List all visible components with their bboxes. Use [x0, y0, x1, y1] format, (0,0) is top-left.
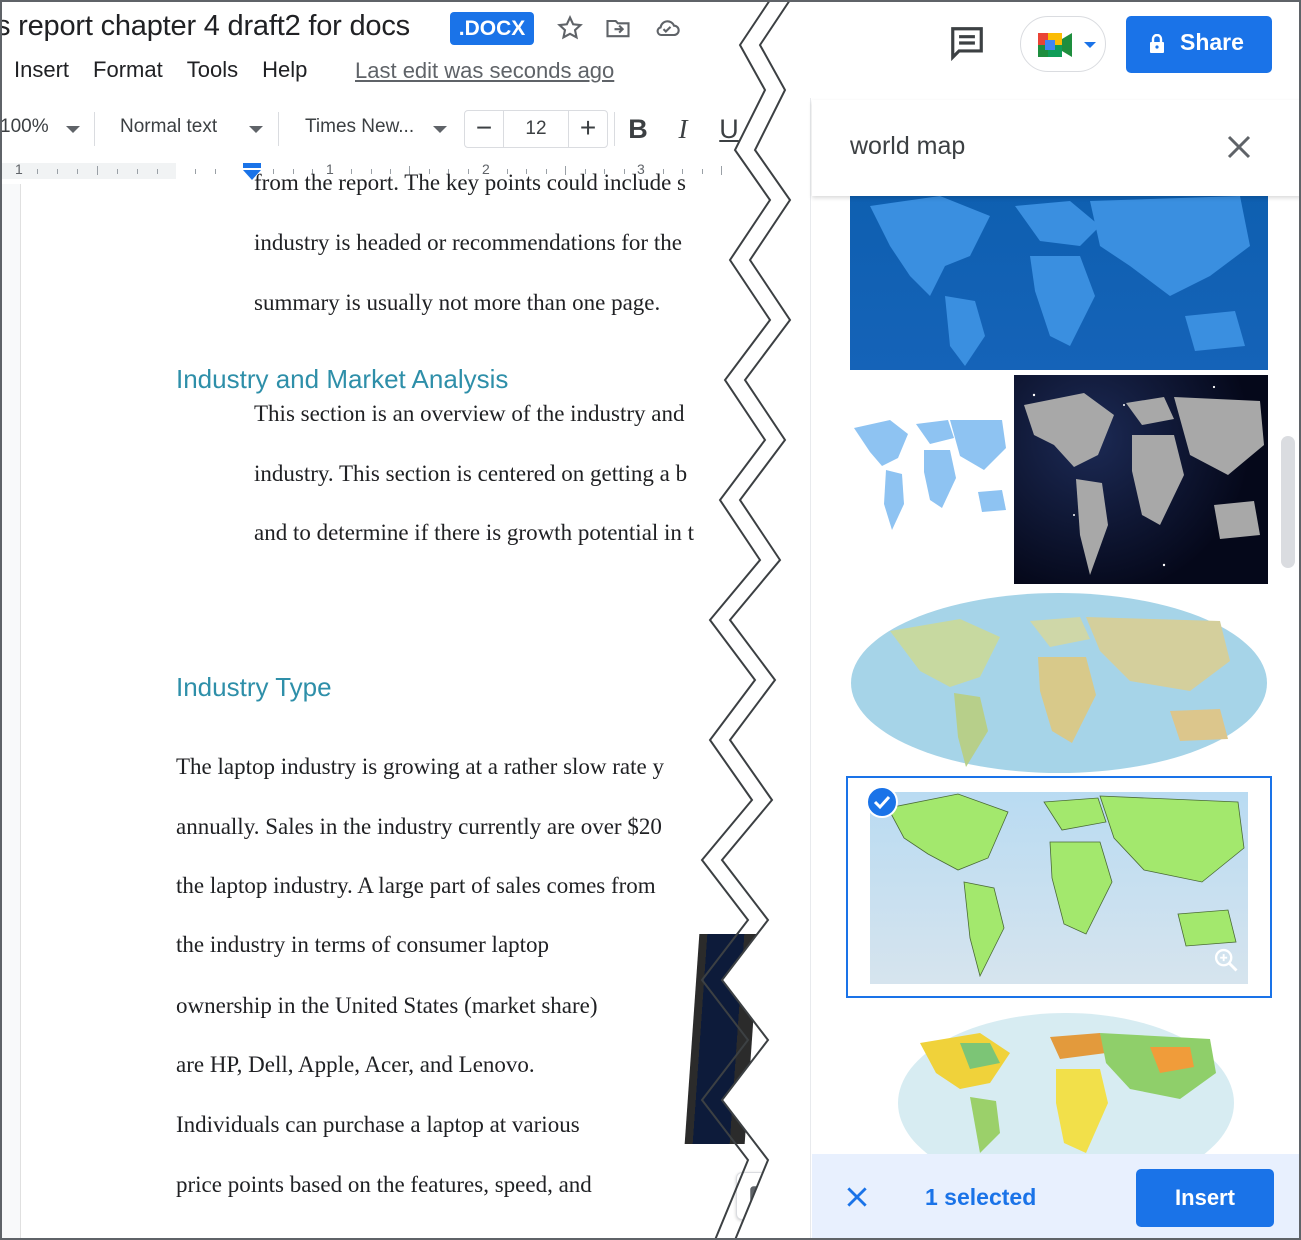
body-text-line: This section is an overview of the indus…: [254, 401, 685, 426]
body-text-line: ownership in the United States (market s…: [176, 993, 598, 1018]
meet-icon: [1038, 33, 1072, 57]
formatting-toolbar: 100% Normal text Times New... − 12 + B I…: [0, 102, 790, 154]
body-text-line: The laptop industry is growing at a rath…: [176, 754, 664, 779]
menu-bar: Insert Format Tools Help: [14, 57, 331, 83]
menu-insert[interactable]: Insert: [14, 57, 69, 83]
world-map-physical-thumbnail: [851, 593, 1267, 773]
toolbar-divider: [278, 112, 279, 146]
decrease-font-size-button[interactable]: −: [465, 111, 503, 147]
cloud-status-icon[interactable]: [653, 14, 681, 42]
ruler-tick: [195, 169, 196, 174]
body-text-line: annually. Sales in the industry currentl…: [176, 814, 662, 839]
document-page[interactable]: [20, 184, 790, 1240]
share-button[interactable]: Share: [1126, 16, 1272, 73]
toolbar-divider: [614, 112, 615, 146]
clear-selection-icon[interactable]: [844, 1184, 870, 1210]
close-icon[interactable]: [1224, 132, 1254, 162]
world-map-green-thumbnail: [870, 792, 1248, 984]
body-text-line: Individuals can purchase a laptop at var…: [176, 1112, 580, 1137]
body-text-line: are HP, Dell, Apple, Acer, and Lenovo.: [176, 1052, 535, 1077]
underline-button[interactable]: U: [713, 112, 745, 146]
search-query-input[interactable]: world map: [850, 132, 965, 161]
document-title[interactable]: s report chapter 4 draft2 for docs: [0, 10, 410, 43]
ruler-tick: [97, 166, 98, 175]
increase-font-size-button[interactable]: +: [569, 111, 607, 147]
ruler-margin: [0, 163, 176, 179]
body-text-line: the industry in terms of consumer laptop: [176, 932, 550, 957]
world-map-political-thumbnail: [898, 1013, 1234, 1155]
ruler-label: 1: [15, 161, 23, 177]
ruler-tick: [157, 169, 158, 174]
star-icon[interactable]: [556, 14, 584, 42]
world-map-space-thumbnail: [1024, 385, 1264, 575]
zoom-preview-icon[interactable]: [1212, 946, 1240, 974]
font-size-control: − 12 +: [464, 110, 608, 148]
ruler-tick: [57, 169, 58, 174]
body-text-line: the laptop industry. A large part of sal…: [176, 873, 656, 898]
ruler-tick: [215, 169, 216, 174]
world-map-blue-thumbnail: [870, 196, 1250, 366]
search-result-image[interactable]: [850, 404, 1008, 538]
menu-help[interactable]: Help: [262, 57, 307, 83]
ruler-tick: [137, 169, 138, 174]
paragraph-style-select[interactable]: Normal text: [120, 116, 217, 138]
toolbar-divider: [94, 112, 95, 146]
explore-sparkle-icon: [750, 1186, 770, 1206]
lock-icon: [1150, 34, 1164, 53]
ruler-tick: [117, 169, 118, 174]
meet-caret-icon: [1084, 42, 1096, 48]
search-header: world map: [812, 100, 1301, 196]
comment-history-icon[interactable]: [948, 24, 986, 62]
zoom-caret-icon[interactable]: [66, 126, 80, 133]
panel-scrollbar[interactable]: [1281, 436, 1295, 568]
meet-button[interactable]: [1020, 16, 1106, 72]
docs-editor: s report chapter 4 draft2 for docs .DOCX…: [0, 0, 790, 1240]
search-result-image[interactable]: [850, 186, 1268, 370]
body-text-line: industry is headed or recommendations fo…: [254, 230, 682, 255]
menu-tools[interactable]: Tools: [187, 57, 238, 83]
selection-count: 1 selected: [925, 1184, 1037, 1210]
ruler-tick: [721, 166, 722, 175]
body-text-line: and to determine if there is growth pote…: [254, 520, 695, 545]
menu-format[interactable]: Format: [93, 57, 163, 83]
search-result-image[interactable]: [1014, 375, 1268, 584]
selected-check-icon: [866, 786, 898, 818]
search-result-image[interactable]: [850, 591, 1268, 776]
ruler-tick: [77, 169, 78, 174]
share-label: Share: [1180, 29, 1244, 55]
body-text-line: from the report. The key points could in…: [254, 170, 687, 195]
font-family-select[interactable]: Times New...: [305, 116, 414, 138]
collapse-toolbar-icon[interactable]: [770, 118, 790, 140]
bold-button[interactable]: B: [622, 112, 654, 146]
font-size-input[interactable]: 12: [503, 111, 569, 147]
search-result-image[interactable]: [850, 1003, 1268, 1155]
docx-badge: .DOCX: [450, 12, 534, 45]
insert-button[interactable]: Insert: [1136, 1169, 1274, 1227]
move-folder-icon[interactable]: [604, 14, 632, 42]
style-caret-icon[interactable]: [249, 126, 263, 133]
last-edit-link[interactable]: Last edit was seconds ago: [355, 58, 614, 84]
ruler-tick: [37, 169, 38, 174]
section-heading: Industry Type: [176, 672, 332, 702]
world-map-light-blue-thumbnail: [854, 420, 1006, 530]
font-caret-icon[interactable]: [433, 126, 447, 133]
body-text-line: price points based on the features, spee…: [176, 1172, 592, 1197]
zoom-select[interactable]: 100%: [0, 116, 49, 138]
section-heading: Industry and Market Analysis: [176, 364, 509, 394]
body-text-line: industry. This section is centered on ge…: [254, 461, 688, 486]
selected-search-result-image[interactable]: [846, 776, 1272, 998]
ruler-tick: [702, 169, 703, 174]
selection-bar: 1 selected Insert: [812, 1154, 1301, 1240]
explore-button[interactable]: [736, 1172, 784, 1220]
italic-button[interactable]: I: [667, 112, 699, 146]
body-text-line: summary is usually not more than one pag…: [254, 290, 661, 315]
